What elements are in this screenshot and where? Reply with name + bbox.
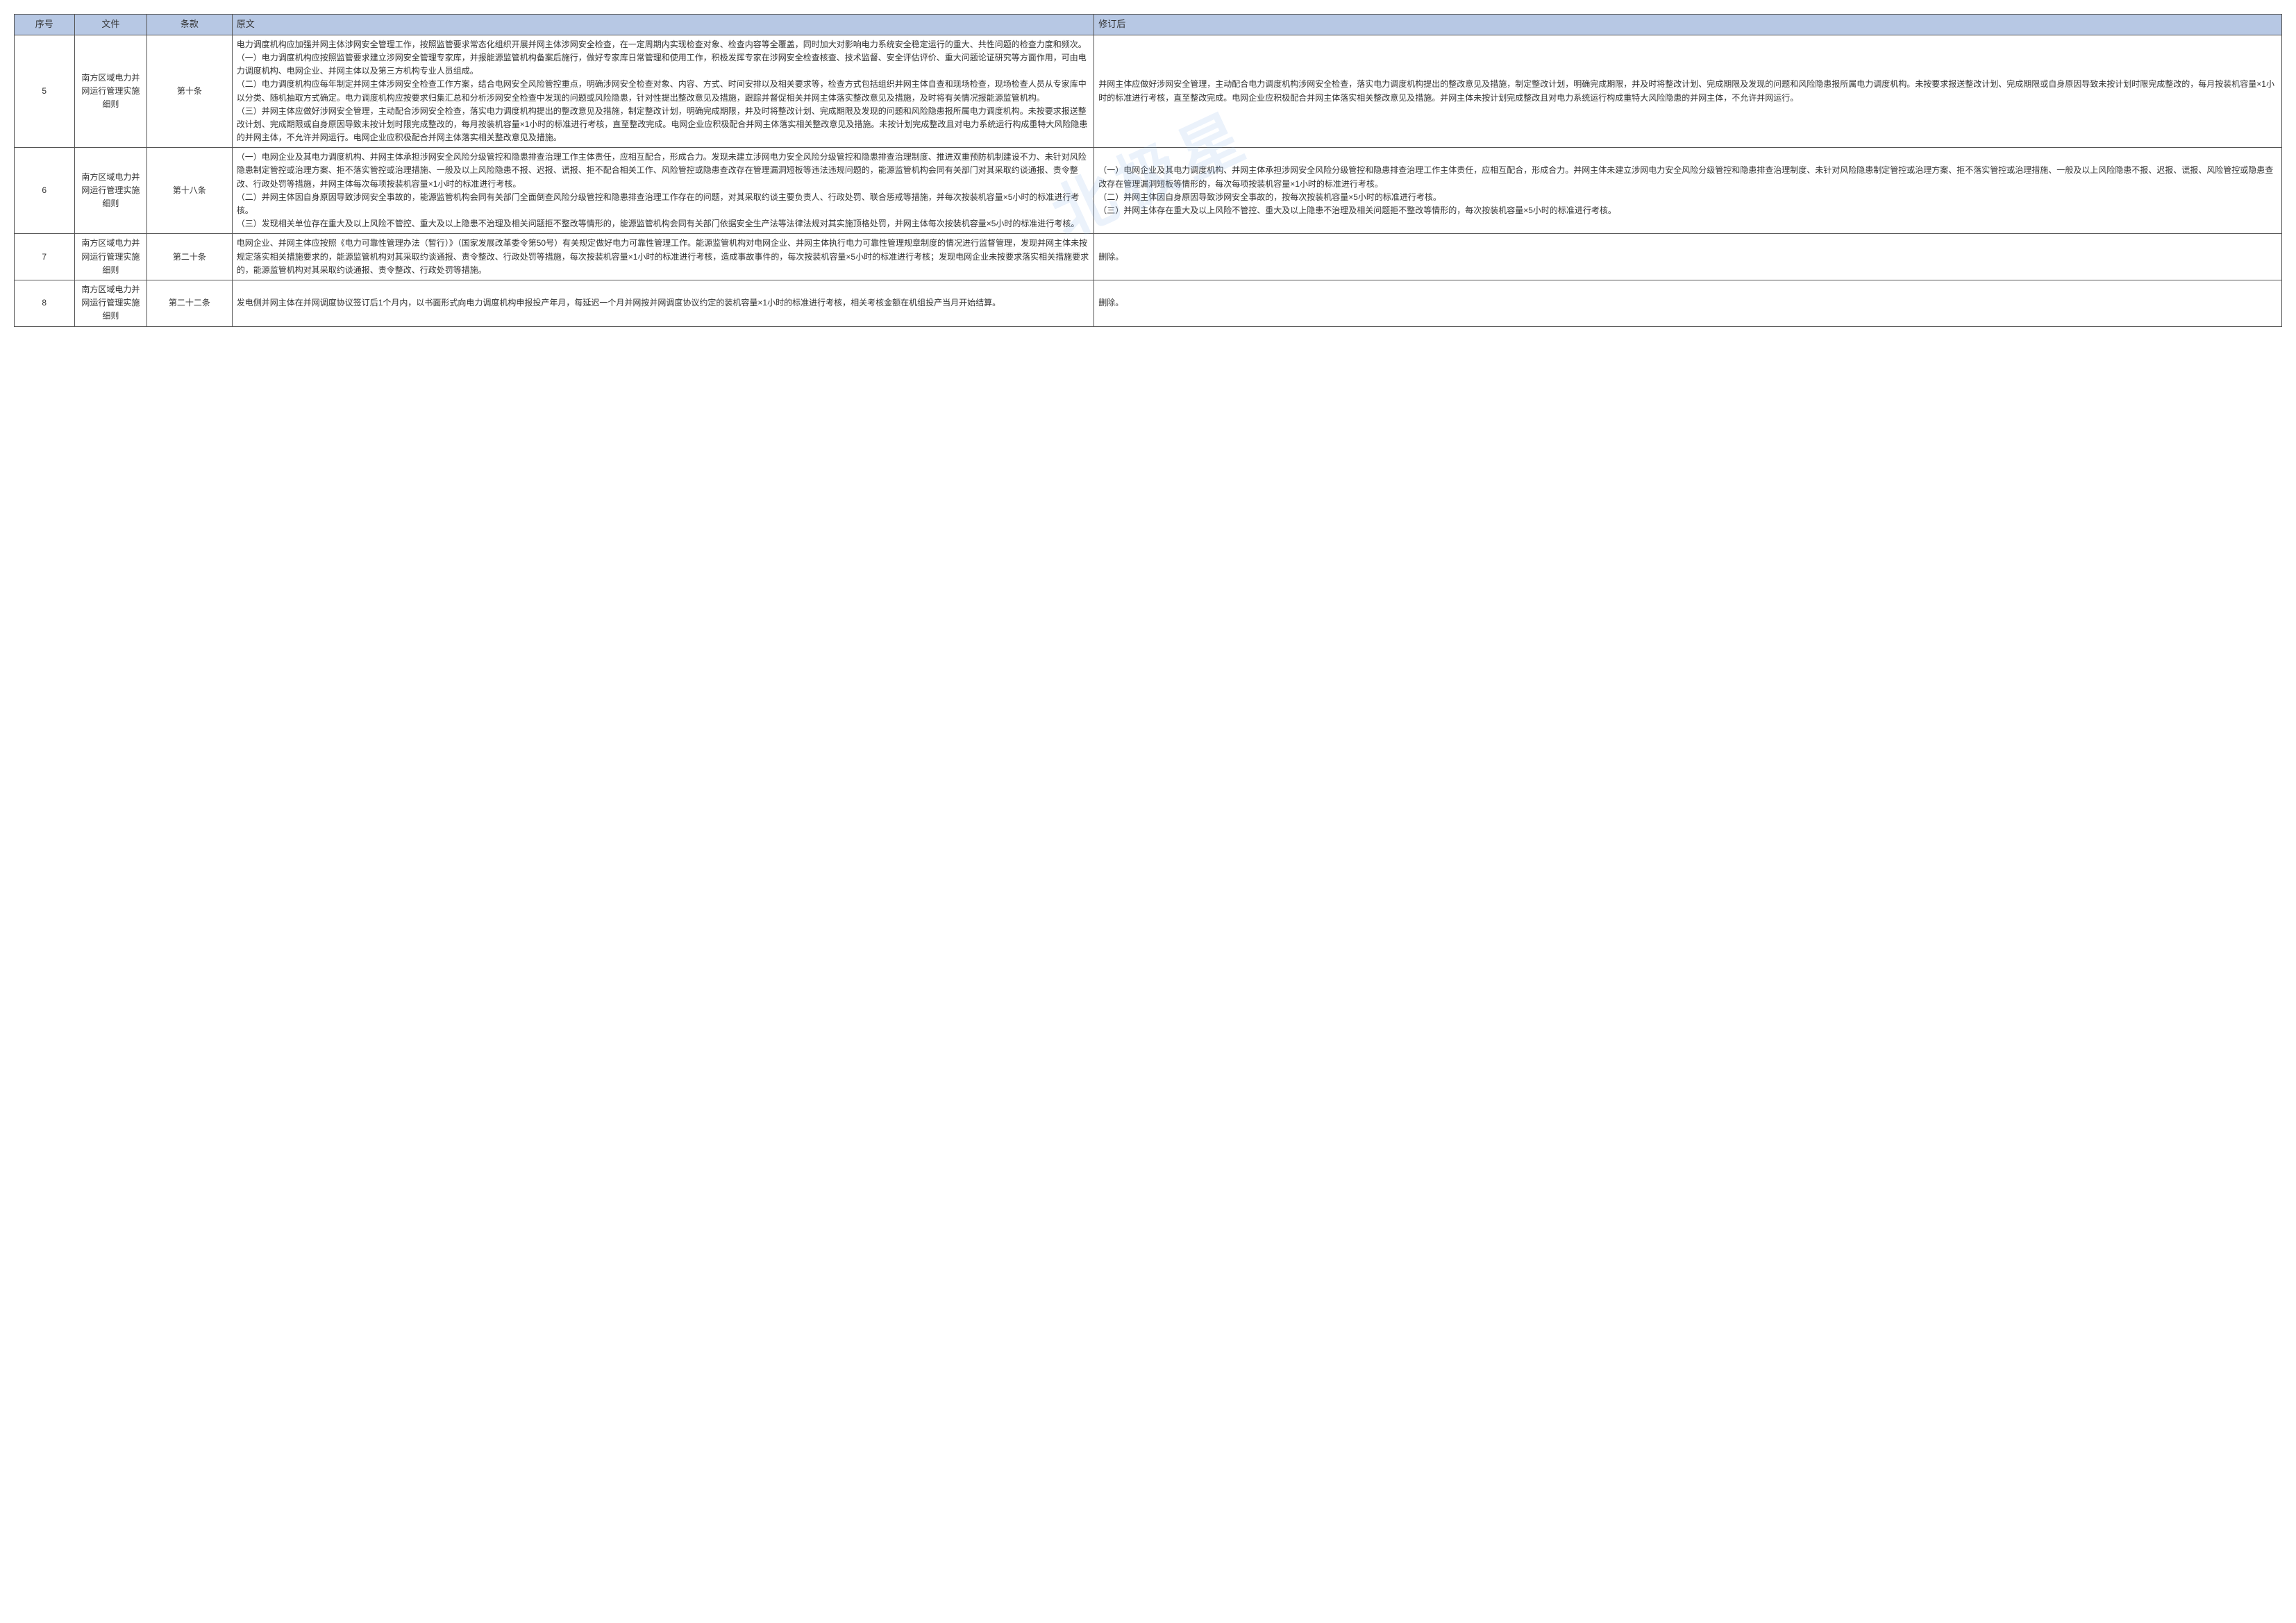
cell-revised: 并网主体应做好涉网安全管理，主动配合电力调度机构涉网安全检查，落实电力调度机构提… [1094, 35, 2282, 148]
cell-file: 南方区域电力并网运行管理实施细则 [74, 234, 147, 280]
cell-original: 电力调度机构应加强并网主体涉网安全管理工作，按照监管要求常态化组织开展并网主体涉… [232, 35, 1094, 148]
cell-idx: 6 [15, 148, 75, 234]
table-header-row: 序号 文件 条款 原文 修订后 [15, 15, 2282, 35]
cell-original: （一）电网企业及其电力调度机构、并网主体承担涉网安全风险分级管控和隐患排查治理工… [232, 148, 1094, 234]
th-revised: 修订后 [1094, 15, 2282, 35]
cell-clause: 第二十二条 [147, 280, 233, 326]
th-original: 原文 [232, 15, 1094, 35]
table-row: 8 南方区域电力并网运行管理实施细则 第二十二条 发电侧并网主体在并网调度协议签… [15, 280, 2282, 326]
cell-clause: 第十条 [147, 35, 233, 148]
cell-revised: 删除。 [1094, 234, 2282, 280]
cell-file: 南方区域电力并网运行管理实施细则 [74, 35, 147, 148]
cell-clause: 第二十条 [147, 234, 233, 280]
th-idx: 序号 [15, 15, 75, 35]
revision-table: 序号 文件 条款 原文 修订后 5 南方区域电力并网运行管理实施细则 第十条 电… [14, 14, 2282, 327]
cell-idx: 5 [15, 35, 75, 148]
cell-file: 南方区域电力并网运行管理实施细则 [74, 280, 147, 326]
table-row: 6 南方区域电力并网运行管理实施细则 第十八条 （一）电网企业及其电力调度机构、… [15, 148, 2282, 234]
cell-original: 电网企业、并网主体应按照《电力可靠性管理办法（暂行）》（国家发展改革委令第50号… [232, 234, 1094, 280]
th-file: 文件 [74, 15, 147, 35]
cell-original: 发电侧并网主体在并网调度协议签订后1个月内，以书面形式向电力调度机构申报投产年月… [232, 280, 1094, 326]
th-clause: 条款 [147, 15, 233, 35]
cell-clause: 第十八条 [147, 148, 233, 234]
cell-idx: 7 [15, 234, 75, 280]
cell-file: 南方区域电力并网运行管理实施细则 [74, 148, 147, 234]
cell-revised: （一）电网企业及其电力调度机构、并网主体承担涉网安全风险分级管控和隐患排查治理工… [1094, 148, 2282, 234]
cell-revised: 删除。 [1094, 280, 2282, 326]
cell-idx: 8 [15, 280, 75, 326]
table-row: 5 南方区域电力并网运行管理实施细则 第十条 电力调度机构应加强并网主体涉网安全… [15, 35, 2282, 148]
table-row: 7 南方区域电力并网运行管理实施细则 第二十条 电网企业、并网主体应按照《电力可… [15, 234, 2282, 280]
